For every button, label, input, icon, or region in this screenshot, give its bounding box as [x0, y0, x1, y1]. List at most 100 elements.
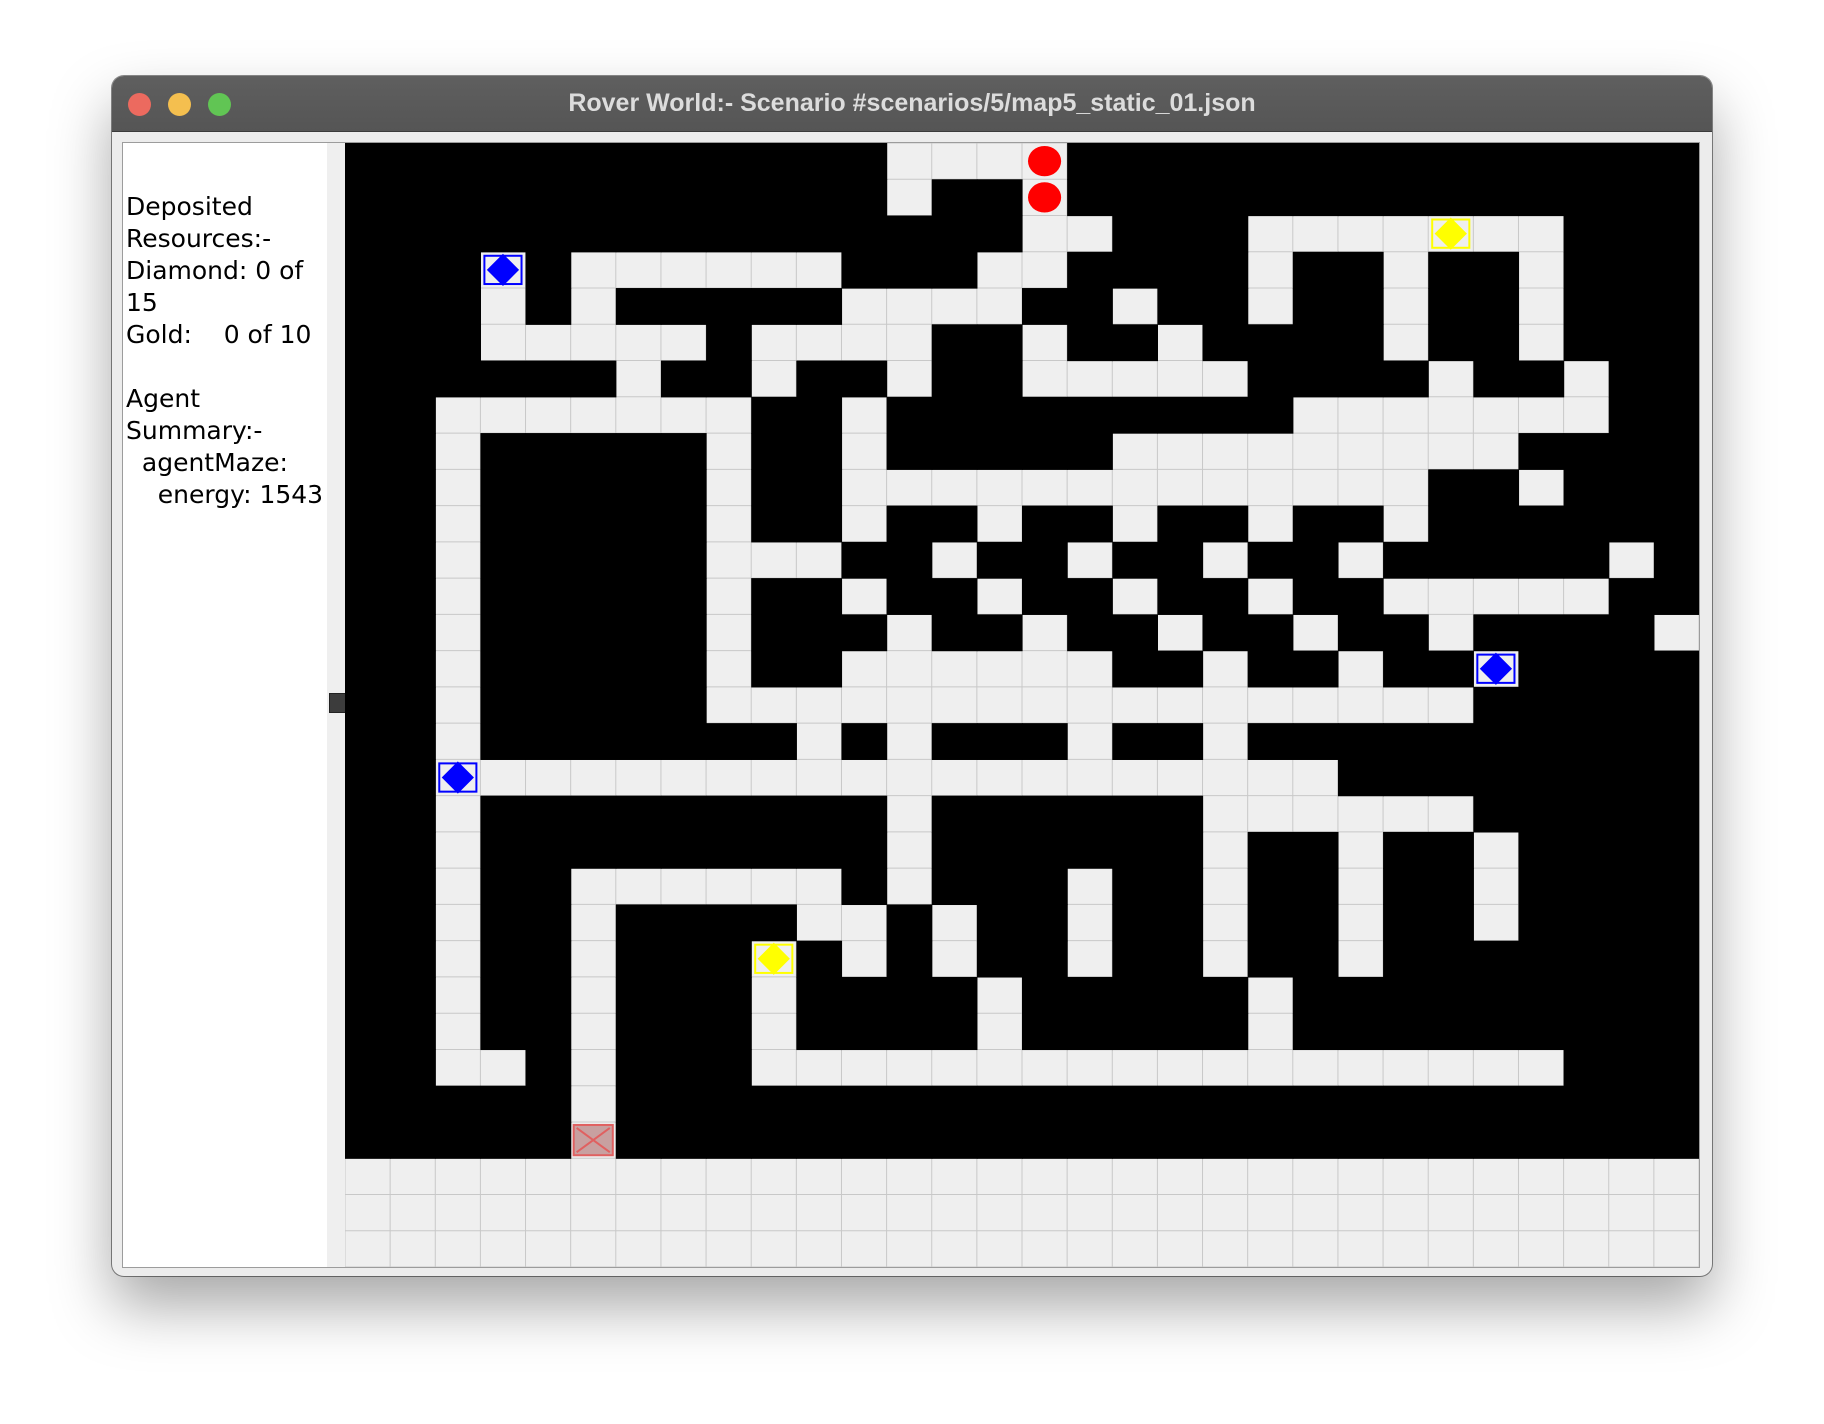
wall-cell — [1383, 143, 1429, 180]
wall-cell — [796, 215, 843, 253]
wall-cell — [1067, 143, 1113, 180]
wall-cell — [1608, 940, 1655, 978]
wall-cell — [1653, 578, 1699, 615]
wall-cell — [1653, 179, 1699, 217]
wall-cell — [525, 868, 572, 906]
wall-cell — [345, 469, 391, 507]
wall-cell — [525, 904, 572, 942]
wall-cell — [706, 904, 752, 942]
wall-cell — [480, 940, 527, 978]
wall-cell — [1428, 179, 1474, 217]
wall-cell — [1157, 795, 1204, 833]
wall-cell — [1112, 179, 1158, 217]
wall-cell — [751, 396, 797, 434]
wall-cell — [1247, 1085, 1294, 1123]
wall-cell — [796, 578, 843, 615]
wall-cell — [1428, 143, 1474, 180]
wall-cell — [706, 940, 752, 978]
wall-cell — [480, 215, 527, 253]
wall-cell — [706, 215, 752, 253]
wall-cell — [751, 614, 797, 652]
wall-cell — [751, 578, 797, 615]
wall-cell — [660, 1013, 707, 1051]
wall-cell — [1428, 976, 1474, 1014]
wall-cell — [886, 940, 933, 978]
wall-cell — [976, 1121, 1023, 1159]
wall-cell — [1383, 179, 1429, 217]
wall-cell — [976, 179, 1023, 217]
wall-cell — [1247, 143, 1294, 180]
wall-cell — [1202, 578, 1249, 615]
wall-cell — [1383, 723, 1429, 760]
wall-cell — [1428, 940, 1474, 978]
wall-cell — [390, 143, 436, 180]
wall-cell — [570, 723, 617, 760]
wall-cell — [1653, 976, 1699, 1014]
maze-grid[interactable] — [345, 143, 1699, 1267]
wall-cell — [525, 578, 572, 615]
wall-cell — [1428, 904, 1474, 942]
wall-cell — [1202, 324, 1249, 362]
wall-cell — [1518, 614, 1565, 652]
wall-cell — [1337, 143, 1384, 180]
wall-cell — [1022, 541, 1068, 579]
wall-cell — [1653, 215, 1699, 253]
wall-cell — [1608, 251, 1655, 289]
wall-cell — [1608, 360, 1655, 398]
wall-cell — [1383, 650, 1429, 688]
wall-cell — [976, 215, 1023, 253]
wall-cell — [796, 396, 843, 434]
wall-cell — [1608, 686, 1655, 724]
wall-cell — [570, 179, 617, 217]
wall-cell — [931, 179, 978, 217]
wall-cell — [796, 795, 843, 833]
wall-cell — [1608, 976, 1655, 1014]
wall-cell — [1428, 541, 1474, 579]
wall-cell — [1653, 251, 1699, 289]
wall-cell — [1337, 288, 1384, 325]
wall-cell — [390, 251, 436, 289]
wall-cell — [1473, 976, 1520, 1014]
wall-cell — [1563, 759, 1610, 797]
wall-cell — [345, 433, 391, 470]
wall-cell — [1112, 541, 1158, 579]
wall-cell — [1563, 324, 1610, 362]
wall-cell — [480, 578, 527, 615]
wall-cell — [570, 215, 617, 253]
wall-cell — [931, 360, 978, 398]
wall-cell — [976, 614, 1023, 652]
wall-cell — [1202, 396, 1249, 434]
title-bar[interactable]: Rover World:- Scenario #scenarios/5/map5… — [112, 76, 1712, 132]
wall-cell — [931, 505, 978, 543]
wall-cell — [751, 831, 797, 869]
wall-cell — [931, 868, 978, 906]
wall-cell — [1608, 215, 1655, 253]
wall-cell — [480, 541, 527, 579]
wall-cell — [1563, 1085, 1610, 1123]
wall-cell — [1067, 1085, 1113, 1123]
world-view[interactable] — [345, 143, 1699, 1267]
wall-cell — [570, 469, 617, 507]
wall-cell — [1337, 251, 1384, 289]
wall-cell — [1157, 179, 1204, 217]
wall-cell — [660, 143, 707, 180]
wall-cell — [1247, 614, 1294, 652]
wall-cell — [751, 1085, 797, 1123]
wall-cell — [1608, 1013, 1655, 1051]
wall-cell — [1383, 759, 1429, 797]
wall-cell — [931, 614, 978, 652]
wall-cell — [1247, 650, 1294, 688]
wall-cell — [1563, 723, 1610, 760]
wall-cell — [841, 251, 888, 289]
wall-cell — [615, 1049, 662, 1087]
wall-cell — [390, 614, 436, 652]
wall-cell — [345, 215, 391, 253]
wall-cell — [615, 940, 662, 978]
wall-cell — [931, 795, 978, 833]
wall-cell — [480, 904, 527, 942]
wall-cell — [660, 650, 707, 688]
wall-cell — [1247, 541, 1294, 579]
wall-cell — [1383, 831, 1429, 869]
wall-cell — [841, 179, 888, 217]
wall-cell — [1247, 324, 1294, 362]
